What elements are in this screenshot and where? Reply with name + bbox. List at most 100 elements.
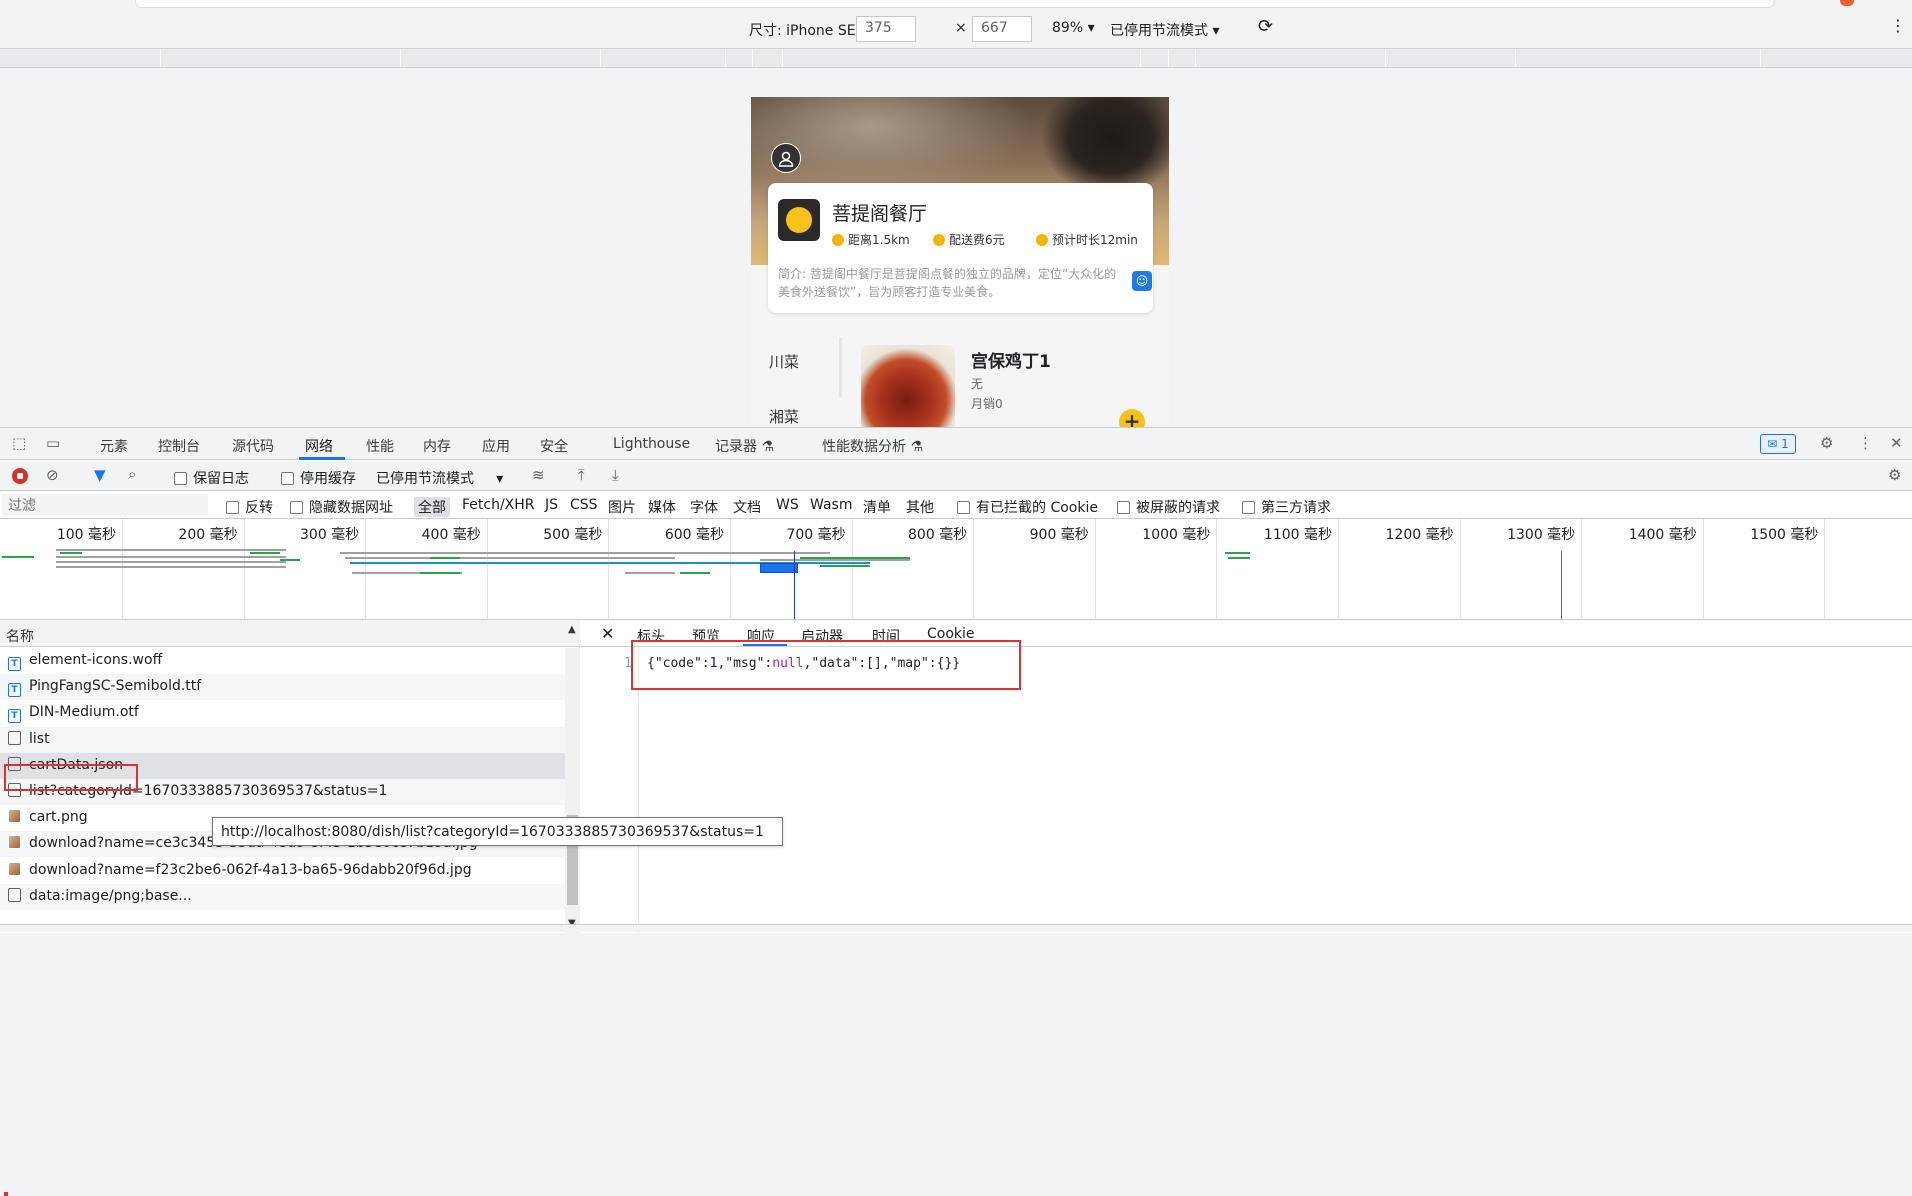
timeline-label: 100 毫秒 [56,527,116,543]
devtools-tab[interactable]: 性能 [366,436,394,456]
request-row[interactable]: list [0,726,565,753]
stop-recording-button[interactable] [12,468,28,484]
timeline-label: 600 毫秒 [664,527,724,543]
document-icon [8,730,21,745]
close-detail-icon[interactable]: ✕ [601,624,614,643]
type-filter-button[interactable]: Fetch/XHR [462,497,535,513]
request-row[interactable]: Telement-icons.woff [0,648,565,674]
type-filter-button[interactable]: 媒体 [648,497,676,517]
timeline-request-bar [2,556,34,558]
preserve-log-checkbox[interactable]: 保留日志 [174,468,249,488]
timeline-gridline [1338,519,1339,619]
settings-gear-icon[interactable]: ⚙ [1820,434,1833,452]
hide-data-urls-checkbox[interactable]: 隐藏数据网址 [290,497,393,517]
name-column-header[interactable]: 名称 ▲ [0,620,580,647]
disable-cache-checkbox[interactable]: 停用缓存 [281,468,356,488]
timeline-selection[interactable] [760,563,798,573]
type-filter-button[interactable]: CSS [570,497,598,513]
more-menu-icon[interactable]: ⋮ [1858,434,1873,452]
timeline-label: 700 毫秒 [786,527,846,543]
devtools-tab[interactable]: 内存 [423,436,451,456]
request-name: cart.png [29,809,88,826]
network-settings-icon[interactable]: ⚙ [1888,466,1901,484]
request-detail-pane: ✕ 标头 预览 响应 启动器 时间 Cookie 1 {"code":1,"msg":nu… [581,620,1912,933]
font-file-icon: T [8,683,21,698]
devtools-tab[interactable]: 控制台 [158,436,200,456]
type-filter-button[interactable]: Wasm [810,497,852,513]
device-toggle-icon[interactable]: ▭ [46,434,60,452]
filter-icon[interactable]: ▼ [94,466,106,484]
dish-name: 宫保鸡丁1 [971,352,1051,372]
timeline-gridline [973,519,975,619]
zoom-select[interactable]: 89% ▾ [1052,20,1095,36]
category-item-hunan[interactable]: 湘菜 [769,406,799,427]
device-dimensions-select[interactable]: 尺寸: iPhone SE ▾ [749,20,867,40]
type-filter-button[interactable]: 全部 [414,497,450,517]
search-icon[interactable]: ⌕ [128,465,136,483]
timeline-request-bar [430,557,460,559]
dish-image[interactable] [861,345,955,427]
type-filter-button[interactable]: 字体 [690,497,718,517]
filter-input[interactable] [2,494,208,516]
devtools-tab[interactable]: 记录器 ⚗ [715,436,774,456]
network-toolbar: ⊘ ▼ ⌕ 保留日志 停用缓存 已停用节流模式 ▾ ≋ ⤒ ⤓ ⚙ [0,461,1912,491]
network-overview-timeline[interactable]: 100 毫秒 200 毫秒 300 毫秒 400 毫秒 500 毫秒 600 毫秒 700 … [0,519,1912,620]
request-row[interactable]: data:image/png;base... [0,883,565,910]
type-filter-button[interactable]: 图片 [608,497,636,517]
inspect-element-icon[interactable]: ⬚ [12,434,26,452]
line-number-gutter [581,648,639,933]
timeline-label: 1500 毫秒 [1750,527,1819,543]
messages-badge[interactable]: ✉ 1 [1760,434,1796,454]
timeline-request-bar [60,552,82,554]
timeline-label: 1300 毫秒 [1507,527,1576,543]
devtools-tab[interactable]: 应用 [482,436,510,456]
browser-top-strip [0,0,1912,10]
rotate-icon[interactable]: ⟳ [1258,16,1273,37]
import-har-icon[interactable]: ⤒ [578,466,585,484]
invert-checkbox[interactable]: 反转 [226,497,273,517]
clock-icon [832,234,844,246]
device-width-input[interactable]: 375 [856,16,916,42]
throttle-select[interactable]: 已停用节流模式 ▾ [1110,20,1219,40]
user-avatar-icon[interactable] [771,143,801,173]
type-filter-button[interactable]: 文档 [733,497,761,517]
device-height-input[interactable]: 667 [972,16,1032,42]
devtools-tab[interactable]: 网络 [305,436,333,456]
devtools-tab[interactable]: 性能数据分析 ⚗ [822,436,923,456]
close-devtools-icon[interactable]: ✕ [1890,434,1903,452]
add-dish-button[interactable]: + [1119,409,1145,427]
clear-icon[interactable]: ⊘ [46,466,59,484]
dom-content-loaded-marker [794,551,795,619]
network-throttle-select[interactable]: 已停用节流模式 ▾ [376,468,503,488]
blocked-cookies-checkbox[interactable]: 有已拦截的 Cookie [957,497,1098,517]
request-row[interactable]: T PingFangSC-Semibold.ttf [0,674,565,701]
dish-sales: 月销0 [971,397,1003,411]
timeline-request-bar [56,566,286,568]
more-options-icon[interactable]: ⋮ [1890,16,1906,35]
devtools-tab[interactable]: 安全 [540,436,568,456]
type-filter-button[interactable]: WS [776,497,799,513]
timeline-label: 1200 毫秒 [1385,527,1454,543]
request-row[interactable]: download?name=f23c2be6-062f-4a13-ba65-96… [0,858,565,884]
category-active-indicator [839,337,842,397]
type-filter-button[interactable]: 其他 [906,497,934,517]
device-viewport: 菩提阁餐厅 距离1.5km 配送费6元 预计时长12min 简介: 菩提阁中餐厅… [751,97,1169,427]
customer-service-icon[interactable]: ☺ [1132,271,1152,291]
profile-icon[interactable] [1840,0,1854,6]
blocked-requests-checkbox[interactable]: 被屏蔽的请求 [1117,497,1220,517]
timeline-label: 500 毫秒 [543,527,603,543]
timeline-label: 900 毫秒 [1029,527,1089,543]
request-name: list [29,730,50,747]
type-filter-button[interactable]: JS [545,497,558,513]
type-filter-button[interactable]: 清单 [863,497,891,517]
devtools-tab[interactable]: 源代码 [232,436,274,456]
third-party-checkbox[interactable]: 第三方请求 [1242,497,1331,517]
request-row[interactable]: T DIN-Medium.otf [0,700,565,726]
devtools-tab[interactable]: Lighthouse [613,436,690,452]
category-item-sichuan[interactable]: 川菜 [769,351,799,372]
distance-info: 距离1.5km [832,231,910,248]
timeline-request-bar [420,572,460,574]
devtools-tab[interactable]: 元素 [100,436,128,456]
network-conditions-icon[interactable]: ≋ [532,466,545,484]
export-har-icon[interactable]: ⤓ [612,466,619,484]
